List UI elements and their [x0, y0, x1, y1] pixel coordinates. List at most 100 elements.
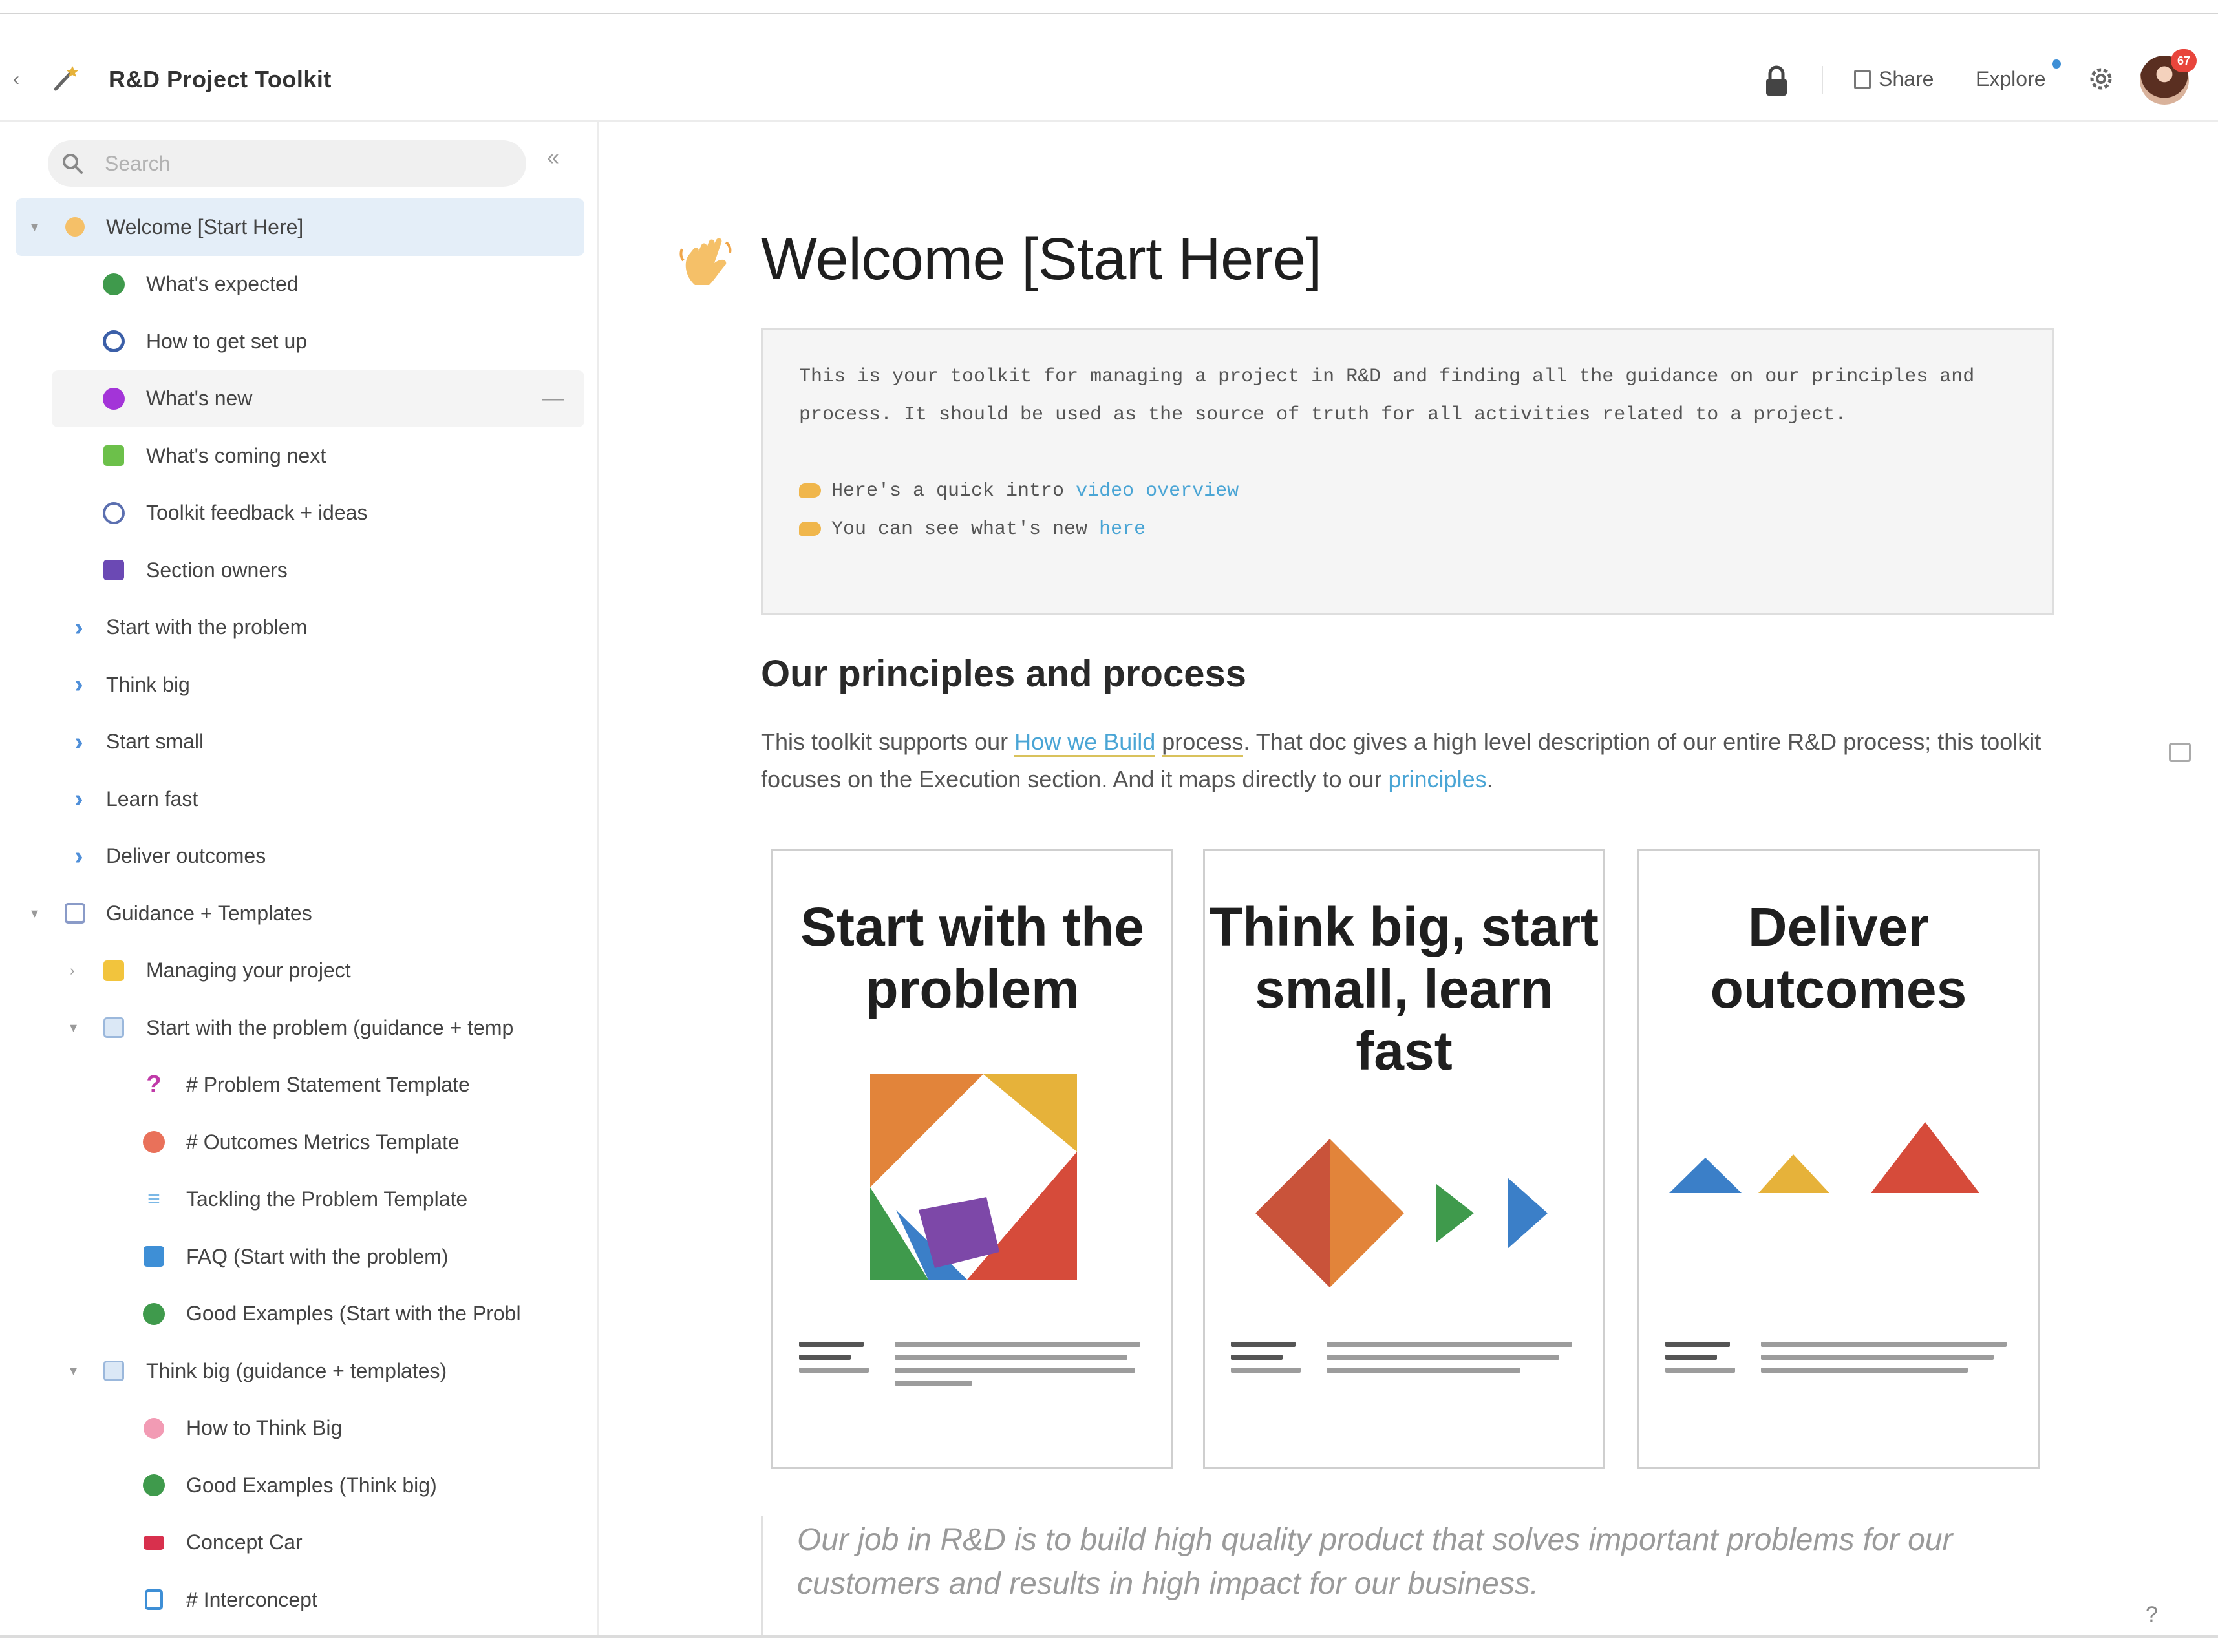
callout-bullet-whats-new: You can see what's new here [799, 511, 2016, 549]
search-icon [63, 154, 83, 174]
sidebar-item[interactable]: What's coming next [0, 427, 597, 485]
sidebar-item[interactable]: ▾ Welcome [Start Here] [16, 198, 584, 256]
sidebar-item-label: Start small [106, 730, 204, 754]
sparkle-icon [101, 386, 127, 412]
expand-caret-icon[interactable]: › [70, 962, 74, 979]
sidebar-item[interactable]: › Managing your project [0, 942, 597, 1000]
sidebar-item-label: Deliver outcomes [106, 844, 266, 868]
sidebar-item[interactable]: # Interconcept [0, 1571, 597, 1629]
double-chevron-right-icon: ›› [74, 785, 85, 813]
question-mark-icon: ? [146, 1071, 162, 1099]
chevron-left-icon[interactable]: ‹ [13, 69, 19, 90]
card-start-with-problem[interactable]: Start with the problem [771, 849, 1173, 1469]
sidebar-item[interactable]: ›› Learn fast [0, 770, 597, 828]
expand-caret-icon[interactable]: ▾ [70, 1019, 77, 1036]
card-footnote [1665, 1342, 2014, 1406]
sidebar-item-label: Guidance + Templates [106, 901, 312, 925]
clock-icon [101, 500, 127, 526]
sidebar-item[interactable]: ›› Think big [0, 656, 597, 714]
calendar-icon [101, 443, 127, 469]
expand-caret-icon[interactable]: ▾ [31, 218, 38, 235]
how-we-build-link[interactable]: How we Build [1014, 728, 1156, 757]
sidebar-item[interactable]: How to Think Big [0, 1400, 597, 1457]
sidebar-item[interactable]: Good Examples (Think big) [0, 1457, 597, 1514]
sidebar-item-label: How to Think Big [186, 1416, 343, 1440]
grid-icon [101, 1015, 127, 1041]
expand-caret-icon[interactable]: ▾ [70, 1362, 77, 1379]
card-title: Think big, start small, learn fast [1209, 896, 1599, 1081]
sidebar-item-label: Toolkit feedback + ideas [146, 501, 368, 525]
mission-quote: Our job in R&D is to build high quality … [797, 1523, 1953, 1601]
principles-link[interactable]: principles [1389, 766, 1487, 792]
sidebar-item-label: Start with the problem (guidance + temp [146, 1015, 514, 1039]
expand-caret-icon[interactable]: ▾ [31, 905, 38, 922]
chat-icon [141, 1244, 167, 1269]
explore-button[interactable]: Explore [1976, 67, 2046, 91]
document-title: Welcome [Start Here] [761, 226, 1322, 292]
share-button[interactable]: Share [1854, 67, 1934, 91]
sidebar-item[interactable]: Section owners [0, 542, 597, 599]
quote-rule [761, 1516, 763, 1635]
sidebar-item[interactable]: ›› Start with the problem [0, 599, 597, 657]
sidebar-item-label: Learn fast [106, 787, 198, 810]
sidebar-item-label: What's coming next [146, 443, 326, 467]
bubble-icon [141, 1415, 167, 1441]
sidebar-item[interactable]: ›› Deliver outcomes [0, 828, 597, 885]
sidebar-item[interactable]: ›› Start small [0, 714, 597, 771]
check-circle-icon [101, 271, 127, 297]
double-chevron-right-icon: ›› [74, 613, 85, 641]
share-icon [1854, 69, 1871, 89]
sidebar-item-label: Good Examples (Think big) [186, 1473, 437, 1497]
page-title-breadcrumb: R&D Project Toolkit [109, 66, 332, 92]
intro-callout: This is your toolkit for managing a proj… [761, 328, 2054, 615]
sidebar-item-label: Section owners [146, 558, 288, 582]
sidebar-item[interactable]: ▾ Think big (guidance + templates) [0, 1342, 597, 1400]
pointing-finger-icon [799, 522, 821, 536]
search-box[interactable] [48, 140, 526, 187]
sidebar-item-label: Managing your project [146, 958, 351, 982]
double-chevron-left-icon[interactable]: « [547, 145, 559, 171]
sidebar-item[interactable]: ≡ Tackling the Problem Template [0, 1171, 597, 1229]
card-think-big[interactable]: Think big, start small, learn fast [1203, 849, 1605, 1469]
sidebar-item[interactable]: How to get set up [0, 313, 597, 370]
gear-icon[interactable] [2085, 63, 2117, 94]
whats-new-link[interactable]: here [1099, 518, 1146, 540]
sidebar-item[interactable]: Concept Car [0, 1514, 597, 1572]
file-icon [141, 1587, 167, 1613]
sidebar-item[interactable]: # Outcomes Metrics Template [0, 1114, 597, 1171]
sidebar-item[interactable]: Toolkit feedback + ideas [0, 485, 597, 542]
sidebar-item[interactable]: ▾ Guidance + Templates [0, 885, 597, 942]
process-link[interactable]: process [1162, 728, 1244, 757]
card-title: Deliver outcomes [1710, 896, 1967, 1019]
sidebar-item[interactable]: Good Examples (Start with the Probl [0, 1286, 597, 1343]
card-deliver-outcomes[interactable]: Deliver outcomes [1637, 849, 2040, 1469]
notification-badge: 67 [2171, 49, 2197, 72]
sidebar-item-label: How to get set up [146, 329, 308, 353]
help-button[interactable]: ? [2146, 1602, 2158, 1627]
sidebar-item[interactable]: ? # Problem Statement Template [0, 1057, 597, 1114]
sidebar-item[interactable]: What's expected [0, 256, 597, 313]
comment-icon[interactable] [2169, 743, 2191, 762]
sidebar-item-label: Concept Car [186, 1530, 303, 1554]
sidebar-item[interactable]: What's new — [52, 370, 584, 427]
lock-icon[interactable] [1762, 65, 1791, 97]
card-title: Start with the problem [800, 896, 1144, 1019]
search-input[interactable] [105, 140, 512, 187]
page-tree: ▾ Welcome [Start Here] What's expected How … [0, 198, 597, 1629]
sidebar-item-label: # Outcomes Metrics Template [186, 1130, 460, 1154]
sidebar-item-label: # Interconcept [186, 1587, 317, 1611]
sidebar-item[interactable]: FAQ (Start with the problem) [0, 1228, 597, 1286]
check-circle-icon [141, 1472, 167, 1498]
card-footnote [1231, 1342, 1580, 1406]
video-overview-link[interactable]: video overview [1076, 480, 1239, 502]
sidebar-item[interactable]: ▾ Start with the problem (guidance + temp [0, 999, 597, 1057]
window-top-border [0, 13, 2218, 14]
explore-notification-dot [2052, 59, 2061, 69]
section-heading: Our principles and process [761, 653, 1246, 695]
wave-hand-icon [679, 238, 732, 285]
principles-paragraph: This toolkit supports our How we Build p… [761, 728, 2042, 792]
pointing-finger-icon [799, 483, 821, 498]
more-options-icon[interactable]: — [542, 386, 565, 411]
double-chevron-right-icon: ›› [74, 671, 85, 699]
header-divider [1822, 66, 1823, 94]
